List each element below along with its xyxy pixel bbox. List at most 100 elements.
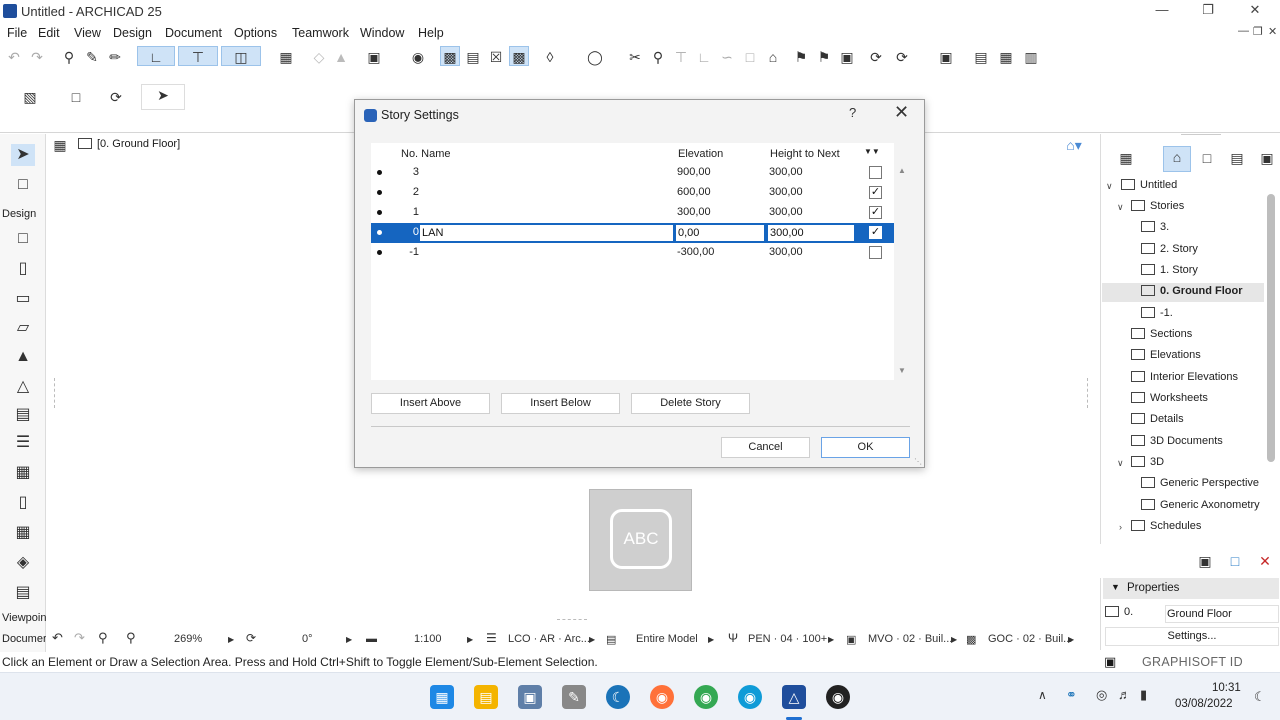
chevron-down-icon[interactable]: ∨: [1117, 202, 1124, 213]
navigator-scrollbar[interactable]: [1267, 194, 1275, 462]
publisher-sets-icon[interactable]: ▣: [1257, 148, 1277, 168]
lock-icon[interactable]: ◉: [400, 47, 436, 67]
resize-grip-icon[interactable]: ⋱: [914, 457, 922, 466]
zoom-value[interactable]: 269%: [174, 633, 202, 645]
zoom-in-icon[interactable]: ⚲: [98, 630, 108, 646]
menu-design[interactable]: Design: [113, 26, 152, 40]
nav-item-elevations[interactable]: Elevations: [1131, 349, 1201, 361]
menu-options[interactable]: Options: [234, 26, 277, 40]
selection-marquee-icon[interactable]: ▧: [10, 87, 50, 107]
nav-item-story-1[interactable]: 1. Story: [1141, 264, 1198, 276]
beam-tool-icon[interactable]: ▭: [11, 288, 35, 310]
show-story-checkbox[interactable]: [869, 166, 882, 179]
chevron-right-icon[interactable]: ▶: [1068, 635, 1074, 644]
chevron-up-icon[interactable]: ∧: [1038, 688, 1047, 702]
floor-plan-icon[interactable]: ▤: [971, 47, 991, 67]
chevron-down-icon[interactable]: ∨: [1106, 181, 1113, 192]
tab-ground-floor[interactable]: [0. Ground Floor]: [78, 138, 180, 150]
marquee-tool-icon[interactable]: □: [11, 174, 35, 196]
story-elevation[interactable]: 900,00: [677, 166, 711, 178]
cancel-button[interactable]: Cancel: [721, 437, 810, 458]
nav-item-3d[interactable]: 3D: [1131, 456, 1164, 468]
microphone-icon[interactable]: ⚭: [1066, 687, 1077, 703]
clone-folder-icon[interactable]: ▣: [1195, 551, 1215, 571]
doc-close-button[interactable]: ✕: [1268, 25, 1277, 38]
skylight-tool-icon[interactable]: ◈: [11, 552, 35, 574]
settings-button[interactable]: Settings...: [1105, 627, 1279, 646]
show-story-checkbox[interactable]: ✓: [869, 226, 882, 239]
railing-tool-icon[interactable]: ☰: [11, 432, 35, 454]
chevron-right-icon[interactable]: ›: [1119, 522, 1122, 532]
offset-icon[interactable]: □: [740, 47, 760, 67]
magnify-icon[interactable]: ⚲: [648, 47, 668, 67]
chevron-right-icon[interactable]: ▶: [951, 635, 957, 644]
clock-time[interactable]: 10:31: [1212, 682, 1241, 694]
floor-view-icon[interactable]: ⌂▾: [1054, 135, 1094, 155]
project-map-icon[interactable]: ⌂: [1163, 146, 1191, 172]
table-row[interactable]: 1 300,00 300,00 ✓: [371, 203, 894, 223]
new-view-icon[interactable]: □: [1225, 551, 1245, 571]
moon-app-icon[interactable]: ☾: [606, 685, 630, 709]
menu-file[interactable]: File: [7, 26, 27, 40]
usb-icon[interactable]: ✎: [562, 685, 586, 709]
marquee-icon[interactable]: □: [58, 87, 94, 107]
column-tool-icon[interactable]: ▯: [11, 258, 35, 280]
undo-icon[interactable]: ↶: [4, 47, 24, 67]
delete-story-button[interactable]: Delete Story: [631, 393, 750, 414]
nav-item-worksheets[interactable]: Worksheets: [1131, 392, 1208, 404]
story-height-input[interactable]: 300,00: [767, 224, 855, 242]
graphisoft-id[interactable]: GRAPHISOFT ID: [1142, 655, 1243, 669]
story-height[interactable]: 300,00: [769, 246, 803, 258]
table-row[interactable]: -1 -300,00 300,00: [371, 243, 894, 263]
nav-item-generic-perspective[interactable]: Generic Perspective: [1141, 477, 1259, 489]
story-elevation[interactable]: 600,00: [677, 186, 711, 198]
flag-icon[interactable]: ⚑: [791, 47, 811, 67]
scroll-down-icon[interactable]: ▼: [898, 366, 906, 375]
redo-zoom-icon[interactable]: ↷: [74, 630, 85, 646]
object-icon[interactable]: ▣: [837, 47, 857, 67]
section-marker-icon[interactable]: ▩: [440, 46, 460, 66]
slab-tool-icon[interactable]: ▱: [11, 317, 35, 339]
menu-window[interactable]: Window: [360, 26, 404, 40]
object-tool-icon[interactable]: ▤: [11, 582, 35, 604]
3d-view-icon[interactable]: ▣: [928, 47, 964, 67]
arrow-tool-icon[interactable]: ➤: [141, 84, 185, 110]
column-header-height[interactable]: Height to Next: [770, 148, 840, 160]
group-icon[interactable]: ▩: [509, 46, 529, 66]
distribute-icon[interactable]: ∟: [694, 47, 714, 67]
toolbox-design-label[interactable]: Design: [2, 208, 36, 220]
nav-item-details[interactable]: Details: [1131, 413, 1184, 425]
show-in-3d-header-icon[interactable]: ▼▼: [864, 147, 880, 156]
nav-item-story-minus-1[interactable]: -1.: [1141, 307, 1173, 319]
chevron-right-icon[interactable]: ▶: [228, 635, 234, 644]
toolbox-document-label[interactable]: Documer: [2, 633, 47, 645]
suspend-groups-icon[interactable]: ☒: [486, 47, 506, 67]
nav-item-3d-documents[interactable]: 3D Documents: [1131, 435, 1223, 447]
battery-icon[interactable]: ▮: [1140, 687, 1147, 703]
nav-item-sections[interactable]: Sections: [1131, 328, 1192, 340]
chevron-right-icon[interactable]: ▶: [467, 635, 473, 644]
menu-edit[interactable]: Edit: [38, 26, 60, 40]
help-button[interactable]: ?: [849, 105, 856, 120]
canvas-left-handle[interactable]: [54, 378, 56, 408]
roof-tool-icon[interactable]: ▲: [11, 346, 35, 368]
rotate-view-icon[interactable]: ⟳: [106, 87, 126, 107]
fit-zoom-icon[interactable]: ⚲: [126, 630, 136, 646]
show-story-checkbox[interactable]: ✓: [869, 206, 882, 219]
trace-icon[interactable]: ◇: [309, 47, 329, 67]
nav-item-story-3[interactable]: 3.: [1141, 221, 1169, 233]
toolbox-viewpoint-label[interactable]: Viewpoin: [2, 612, 46, 624]
roof-icon[interactable]: ⌂: [763, 47, 783, 67]
story-height[interactable]: 300,00: [769, 166, 803, 178]
redo-icon[interactable]: ↷: [27, 47, 47, 67]
maximize-button[interactable]: ❐: [1193, 2, 1223, 22]
menu-view[interactable]: View: [74, 26, 101, 40]
windows-start-icon[interactable]: ▦: [430, 685, 454, 709]
doc-restore-button[interactable]: ❐: [1253, 25, 1263, 38]
layer-combo-value[interactable]: LCO · AR · Arc...: [508, 633, 590, 645]
shape-icon[interactable]: ◊: [532, 47, 568, 67]
column-header-no-name[interactable]: No. Name: [401, 148, 451, 160]
speaker-icon[interactable]: ♬: [1118, 687, 1131, 702]
door-tool-icon[interactable]: ▯: [11, 492, 35, 514]
chrome-icon[interactable]: ◉: [694, 685, 718, 709]
